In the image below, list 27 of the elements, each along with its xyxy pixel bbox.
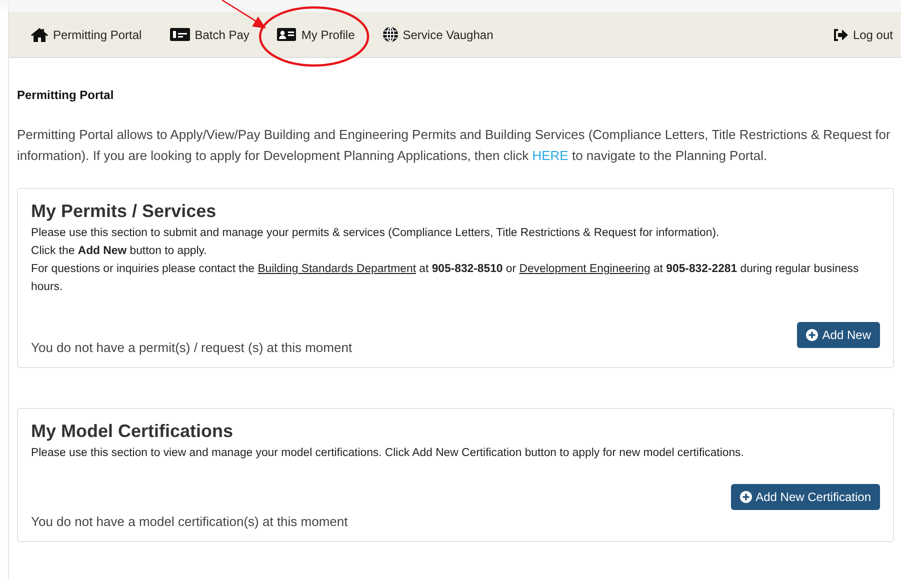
- section-text: Click the Add New button to apply.: [31, 244, 208, 259]
- empty-message: You do not have a permit(s) / request (s) at this moment: [31, 340, 354, 355]
- page-title: Permitting Portal: [17, 88, 115, 102]
- add-button[interactable]: Add New: [797, 322, 880, 348]
- department-link[interactable]: Development Engineering: [519, 263, 650, 275]
- logout-link[interactable]: Log out: [832, 28, 893, 42]
- annotation-arrow: [222, 0, 266, 28]
- section-text: Please use this section to view and manage your model certifications. Click Add New Certification button to apply for new model certifications.: [31, 446, 745, 461]
- nav-link[interactable]: Service Vaughan: [382, 27, 494, 42]
- empty-message: You do not have a model certification(s) at this moment: [31, 514, 349, 529]
- intro-paragraph: Permitting Portal allows to Apply/View/Pay Building and Engineering Permits and Building Services (Compliance Letters, Title Restrictions & Request for information). If you are looking to apply for Development Planning Applications, then click HERE to navigate to the Planning Portal.: [17, 126, 892, 165]
- nav-link[interactable]: Batch Pay: [170, 28, 250, 42]
- section-text: Please use this section to submit and manage your permits & services (Compliance Letters, Title Restrictions & Request for information).: [31, 226, 720, 241]
- plus-circle-icon: [740, 491, 752, 503]
- department-link[interactable]: Building Standards Department: [258, 263, 416, 275]
- plus-circle-icon: [806, 329, 818, 341]
- id-card-icon: [277, 28, 296, 41]
- globe-icon: [382, 27, 398, 42]
- section-text: For questions or inquiries please contact the Building Standards Department at 905-832-8510 or Development Engineering at 905-832-2281 during regular business hours.: [31, 262, 860, 295]
- add-button[interactable]: Add New Certification: [730, 484, 880, 510]
- nav-link[interactable]: Permitting Portal: [31, 28, 142, 42]
- money-card-icon: [170, 28, 190, 41]
- home-icon: [31, 28, 48, 42]
- section-title: My Permits / Services: [31, 201, 218, 222]
- section-title: My Model Certifications: [31, 421, 234, 442]
- nav-link[interactable]: My Profile: [277, 28, 355, 42]
- logout-icon: [832, 28, 848, 40]
